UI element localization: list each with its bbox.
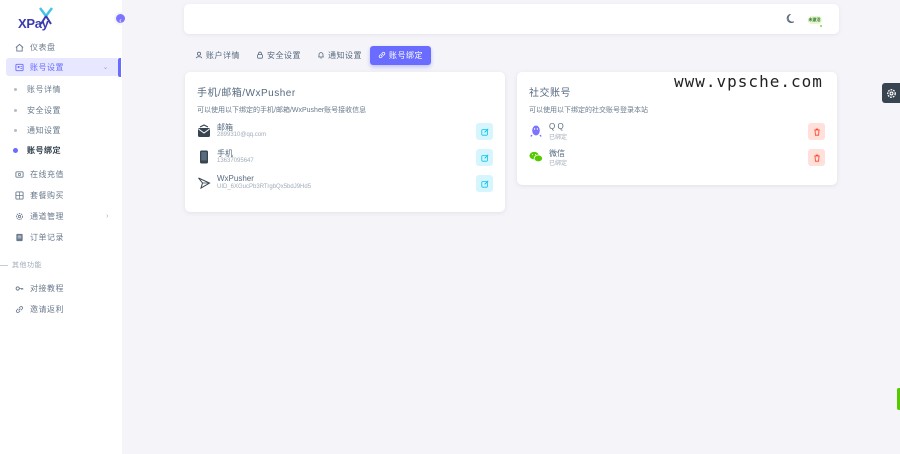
- sidebar-item-packages[interactable]: 套餐购买: [6, 186, 119, 204]
- tab-account-binding[interactable]: 账号绑定: [370, 46, 431, 65]
- mail-icon: [197, 124, 211, 138]
- chevron-right-icon: ›: [106, 212, 109, 220]
- sidebar-item-label: 订单记录: [30, 232, 64, 242]
- tab-label: 账号绑定: [389, 51, 423, 60]
- channel-gear-icon: [14, 211, 24, 221]
- sidebar-subitem-label: 安全设置: [27, 105, 61, 115]
- moon-icon[interactable]: [786, 13, 797, 24]
- binding-status: 已绑定: [549, 135, 568, 141]
- section-label-other: 其他功能: [0, 260, 42, 270]
- sidebar-item-channel-management[interactable]: 通道管理 ›: [6, 207, 119, 225]
- app-logo[interactable]: XPay: [18, 7, 53, 31]
- account-settings-icon: [14, 62, 24, 72]
- sidebar-item-label: 仪表盘: [30, 42, 56, 52]
- online-status-dot: [819, 24, 823, 28]
- sidebar-collapse-button[interactable]: ‹: [114, 12, 127, 25]
- top-navbar: 未激活: [184, 4, 839, 34]
- recharge-icon: [14, 169, 24, 179]
- edit-icon: [480, 127, 489, 136]
- card-title: 手机/邮箱/WxPusher: [197, 88, 296, 99]
- card-title: 社交账号: [529, 88, 571, 99]
- bullet-icon: [14, 128, 17, 132]
- sidebar: XPay 仪表盘 账号设置 ⌄ 账号详情 安全设置 通知设置 账号绑定 在线充值…: [0, 0, 122, 454]
- sidebar-item-orders[interactable]: 订单记录: [6, 228, 119, 246]
- tab-label: 安全设置: [267, 51, 301, 60]
- card-description: 可以使用以下绑定的手机/邮箱/WxPusher账号接收信息: [197, 107, 367, 114]
- sidebar-subitem-security[interactable]: 安全设置: [14, 103, 61, 117]
- key-icon: [14, 283, 24, 293]
- wechat-icon: [529, 150, 543, 164]
- logo-x-mark-icon: [39, 7, 53, 25]
- edit-email-button[interactable]: [476, 123, 493, 140]
- lock-icon: [256, 51, 264, 61]
- sidebar-item-label: 在线充值: [30, 169, 64, 179]
- tab-security[interactable]: 安全设置: [248, 46, 309, 65]
- binding-value: 2899310@qq.com: [217, 132, 267, 138]
- contact-binding-card: 手机/邮箱/WxPusher 可以使用以下绑定的手机/邮箱/WxPusher账号…: [185, 72, 505, 212]
- sidebar-subitem-label: 通知设置: [27, 125, 61, 135]
- sidebar-item-label: 套餐购买: [30, 190, 64, 200]
- binding-row-phone: 手机 13637095647: [197, 148, 493, 170]
- link-icon: [14, 304, 24, 314]
- binding-row-wxpusher: WxPusher UID_6XGucPb3RTrgbQx5bdJ9Hd5: [197, 174, 493, 196]
- binding-status: 已绑定: [549, 161, 568, 167]
- home-icon: [14, 42, 24, 52]
- edit-phone-button[interactable]: [476, 149, 493, 166]
- user-icon: [195, 51, 203, 61]
- trash-icon: [813, 128, 820, 136]
- qq-icon: [529, 124, 543, 138]
- gear-icon: [886, 88, 896, 98]
- sidebar-item-referral[interactable]: 邀请返利: [6, 300, 119, 318]
- avatar-status-badge: 未激活: [807, 15, 822, 24]
- active-indicator: [118, 58, 121, 77]
- trash-icon: [813, 154, 820, 162]
- account-tabs: 账户详情 安全设置 通知设置 账号绑定: [187, 46, 431, 65]
- tab-notifications[interactable]: 通知设置: [309, 46, 370, 65]
- bell-icon: [317, 51, 325, 61]
- tab-account-details[interactable]: 账户详情: [187, 46, 248, 65]
- tab-label: 账户详情: [206, 51, 240, 60]
- sidebar-item-label: 账号设置: [30, 62, 64, 72]
- sidebar-item-dashboard[interactable]: 仪表盘: [6, 38, 119, 56]
- card-description: 可以使用以下绑定的社交账号登录本站: [529, 107, 648, 114]
- sidebar-item-label: 邀请返利: [30, 304, 64, 314]
- user-avatar[interactable]: 未激活: [805, 10, 824, 29]
- bullet-icon: [13, 147, 18, 153]
- binding-row-wechat: 微信 已绑定: [529, 148, 825, 170]
- sidebar-item-integration-guide[interactable]: 对接教程: [6, 279, 119, 297]
- order-icon: [14, 232, 24, 242]
- sidebar-subitem-label: 账号绑定: [27, 145, 61, 155]
- binding-title: Q Q: [549, 122, 564, 131]
- sidebar-item-account-settings[interactable]: 账号设置 ⌄: [6, 58, 119, 76]
- binding-title: WxPusher: [217, 174, 254, 183]
- tab-label: 通知设置: [328, 51, 362, 60]
- edit-icon: [480, 153, 489, 162]
- theme-settings-button[interactable]: [882, 83, 900, 103]
- sidebar-item-recharge[interactable]: 在线充值: [6, 165, 119, 183]
- binding-row-qq: Q Q 已绑定: [529, 122, 825, 144]
- edit-wxpusher-button[interactable]: [476, 175, 493, 192]
- section-label-text: 其他功能: [12, 262, 42, 269]
- sidebar-subitem-account-binding[interactable]: 账号绑定: [13, 143, 61, 157]
- sidebar-subitem-account-details[interactable]: 账号详情: [14, 82, 61, 96]
- package-icon: [14, 190, 24, 200]
- sidebar-item-label: 对接教程: [30, 283, 64, 293]
- link-icon: [378, 51, 386, 61]
- send-icon: [197, 176, 211, 190]
- sidebar-subitem-notifications[interactable]: 通知设置: [14, 123, 61, 137]
- unbind-wechat-button[interactable]: [808, 149, 825, 166]
- binding-value: UID_6XGucPb3RTrgbQx5bdJ9Hd5: [217, 184, 312, 190]
- phone-icon: [197, 150, 211, 164]
- edit-icon: [480, 179, 489, 188]
- unbind-qq-button[interactable]: [808, 123, 825, 140]
- bullet-icon: [14, 87, 17, 91]
- binding-row-email: 邮箱 2899310@qq.com: [197, 122, 493, 144]
- watermark-text: www.vpsche.com: [674, 72, 823, 91]
- chevron-down-icon: ⌄: [102, 64, 109, 71]
- sidebar-item-label: 通道管理: [30, 211, 64, 221]
- bullet-icon: [14, 108, 17, 112]
- binding-value: 13637095647: [217, 158, 254, 164]
- sidebar-subitem-label: 账号详情: [27, 84, 61, 94]
